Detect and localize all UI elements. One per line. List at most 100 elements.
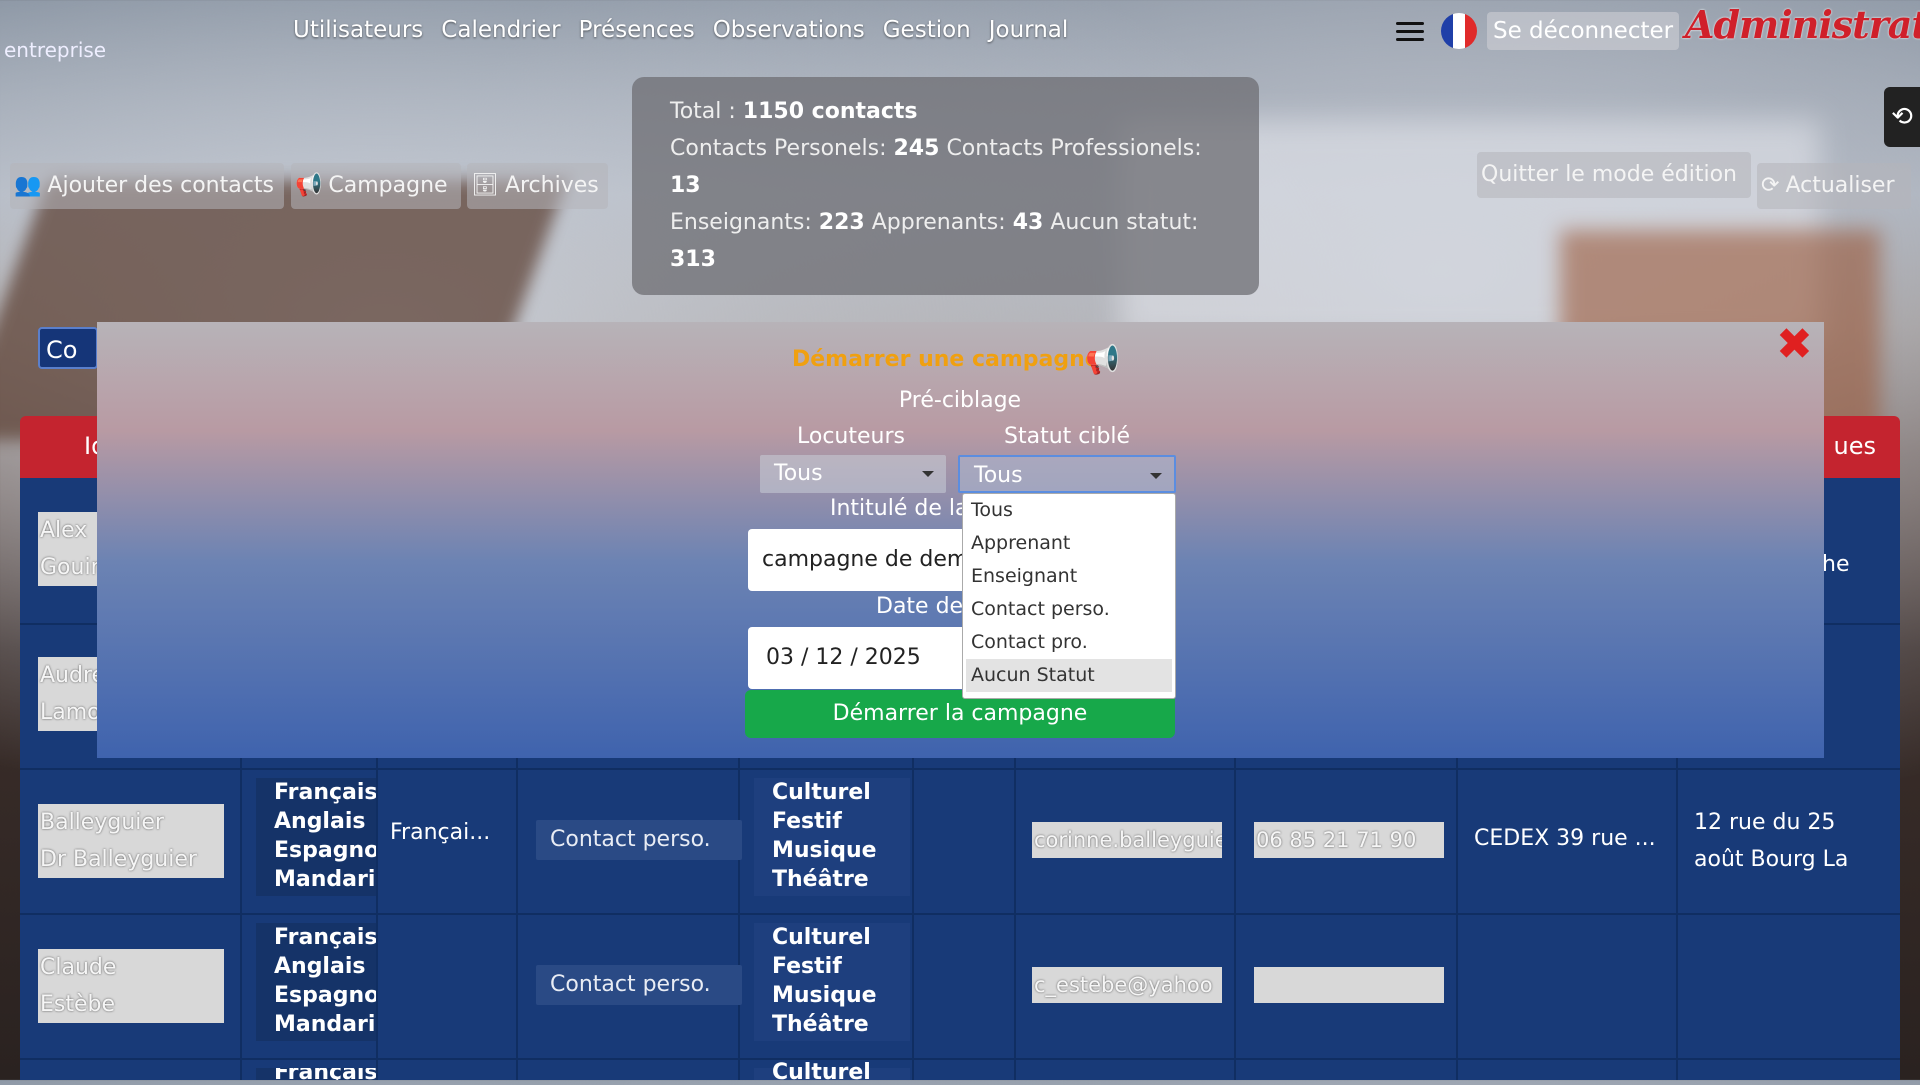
- languages-list[interactable]: Français Anglais Espagnol Mandarin: [256, 778, 376, 896]
- phone-field[interactable]: [1254, 967, 1444, 1003]
- nav-utilisateurs[interactable]: Utilisateurs: [293, 17, 423, 43]
- refresh-button[interactable]: ⟳ Actualiser: [1757, 163, 1911, 209]
- last-name: Dr Balleyguier: [40, 847, 197, 872]
- locuteurs-select[interactable]: Tous: [760, 455, 946, 493]
- statut-label: Statut ciblé: [1004, 424, 1131, 449]
- users-icon: 👥: [14, 173, 42, 198]
- interest-item: Théâtre: [772, 867, 869, 892]
- status-select[interactable]: Contact perso.: [536, 965, 742, 1005]
- statut-value: Tous: [974, 463, 1023, 488]
- locuteurs-value: Tous: [774, 461, 823, 486]
- header-remarks: ues: [1833, 432, 1876, 460]
- language-item: Espagnol: [274, 983, 376, 1008]
- statut-select[interactable]: Tous: [958, 455, 1176, 493]
- stats-panel: Total : 1150 contacts Contacts Personels…: [632, 77, 1259, 295]
- locuteurs-label: Locuteurs: [797, 424, 905, 449]
- date-label: Date de: [876, 594, 964, 619]
- table-row: Balleyguier Dr Balleyguier Français Angl…: [20, 768, 1900, 915]
- table-row: Français Culturel: [20, 1058, 1900, 1084]
- last-name: Estèbe: [40, 992, 116, 1017]
- dropdown-option-aucun-statut[interactable]: Aucun Statut: [966, 659, 1172, 692]
- remarks-cell: he: [1822, 552, 1850, 577]
- stat-perso-label: Contacts Personels:: [670, 136, 887, 161]
- date-input[interactable]: 03 / 12 / 2025: [748, 627, 998, 689]
- modal-title: Démarrer une campagne: [792, 347, 1100, 372]
- languages-list[interactable]: Français: [256, 1068, 376, 1080]
- intitule-label: Intitulé de la: [830, 496, 969, 521]
- interest-item: Festif: [772, 809, 842, 834]
- language-item: Mandarin: [274, 1012, 376, 1037]
- menu-icon[interactable]: [1396, 22, 1424, 42]
- interest-item: Culturel: [772, 780, 871, 805]
- nav-gestion[interactable]: Gestion: [883, 17, 971, 43]
- nav-calendrier[interactable]: Calendrier: [441, 17, 560, 43]
- archive-icon: 🗄: [471, 173, 499, 198]
- interest-item: Culturel: [772, 925, 871, 950]
- stat-app-value: 43: [1012, 210, 1044, 235]
- first-name: Claude: [40, 955, 117, 980]
- interest-item: Musique: [772, 838, 877, 863]
- language-item: Français: [274, 1068, 376, 1080]
- address-cell: 12 rue du 25 août Bourg La: [1694, 810, 1849, 872]
- stat-app-label: Apprenants:: [871, 210, 1006, 235]
- language-item: Français: [274, 780, 376, 805]
- first-name: Balleyguier: [40, 810, 164, 835]
- email-field[interactable]: corinne.balleyguier: [1032, 822, 1222, 858]
- logout-button[interactable]: Se déconnecter: [1487, 12, 1680, 50]
- nav-journal[interactable]: Journal: [989, 17, 1069, 43]
- city-cell: CEDEX 39 rue ...: [1474, 826, 1656, 851]
- stat-ens-value: 223: [818, 210, 865, 235]
- intitule-input[interactable]: campagne de dem: [748, 529, 998, 591]
- history-icon[interactable]: ⟲: [1884, 87, 1920, 147]
- dropdown-option-contact-perso[interactable]: Contact perso.: [963, 593, 1175, 626]
- languages-list[interactable]: Français Anglais Espagnol Mandarin: [256, 923, 376, 1041]
- chevron-down-icon: [922, 471, 934, 477]
- close-icon[interactable]: ✖: [1776, 323, 1813, 367]
- interest-item: Festif: [772, 954, 842, 979]
- stat-none-value: 313: [670, 247, 716, 272]
- refresh-icon: ⟳: [1761, 173, 1780, 198]
- refresh-label: Actualiser: [1785, 173, 1895, 198]
- interests-list[interactable]: Culturel: [754, 1062, 910, 1084]
- stat-pro-value: 13: [670, 173, 701, 198]
- main-language: Françai...: [390, 820, 491, 845]
- dropdown-option-enseignant[interactable]: Enseignant: [963, 560, 1175, 593]
- interest-item: Théâtre: [772, 1012, 869, 1037]
- language-item: Mandarin: [274, 867, 376, 892]
- nav-presences[interactable]: Présences: [579, 17, 695, 43]
- role-logo: Administrateur: [1685, 2, 1920, 47]
- contacts-tab[interactable]: Co: [38, 327, 98, 369]
- archives-button[interactable]: 🗄 Archives: [467, 163, 608, 209]
- dropdown-option-apprenant[interactable]: Apprenant: [963, 527, 1175, 560]
- main-nav: Utilisateurs Calendrier Présences Observ…: [293, 17, 1068, 43]
- interests-list[interactable]: Culturel Festif Musique Théâtre: [754, 778, 910, 896]
- stat-ens-label: Enseignants:: [670, 210, 812, 235]
- dropdown-option-tous[interactable]: Tous: [963, 494, 1175, 527]
- nav-observations[interactable]: Observations: [713, 17, 865, 43]
- language-item: Anglais: [274, 809, 366, 834]
- stat-perso-value: 245: [893, 136, 940, 161]
- chevron-down-icon: [1150, 473, 1162, 479]
- status-select[interactable]: Contact perso.: [536, 820, 742, 860]
- campaign-button[interactable]: 📢 Campagne: [291, 163, 461, 209]
- interests-list[interactable]: Culturel Festif Musique Théâtre: [754, 923, 910, 1041]
- interest-item: Musique: [772, 983, 877, 1008]
- contacts-tab-label: Co: [46, 336, 78, 364]
- contact-name[interactable]: Balleyguier Dr Balleyguier: [38, 804, 224, 878]
- phone-field[interactable]: 06 85 21 71 90: [1254, 822, 1444, 858]
- stat-none-label: Aucun statut:: [1050, 210, 1199, 235]
- statut-dropdown: Tous Apprenant Enseignant Contact perso.…: [962, 493, 1176, 699]
- preciblage-heading: Pré-ciblage: [898, 388, 1022, 413]
- add-contacts-button[interactable]: 👥 Ajouter des contacts: [10, 163, 284, 209]
- email-field[interactable]: c_estebe@yahoo: [1032, 967, 1222, 1003]
- campaign-label: Campagne: [328, 173, 448, 198]
- table-row: Claude Estèbe Français Anglais Espagnol …: [20, 913, 1900, 1060]
- quit-edit-button[interactable]: Quitter le mode édition: [1477, 152, 1751, 198]
- dropdown-option-contact-pro[interactable]: Contact pro.: [963, 626, 1175, 659]
- french-flag-icon[interactable]: [1441, 13, 1477, 49]
- language-item: Français: [274, 925, 376, 950]
- contact-name[interactable]: Claude Estèbe: [38, 949, 224, 1023]
- archives-label: Archives: [504, 173, 599, 198]
- add-contacts-label: Ajouter des contacts: [47, 173, 274, 198]
- language-item: Espagnol: [274, 838, 376, 863]
